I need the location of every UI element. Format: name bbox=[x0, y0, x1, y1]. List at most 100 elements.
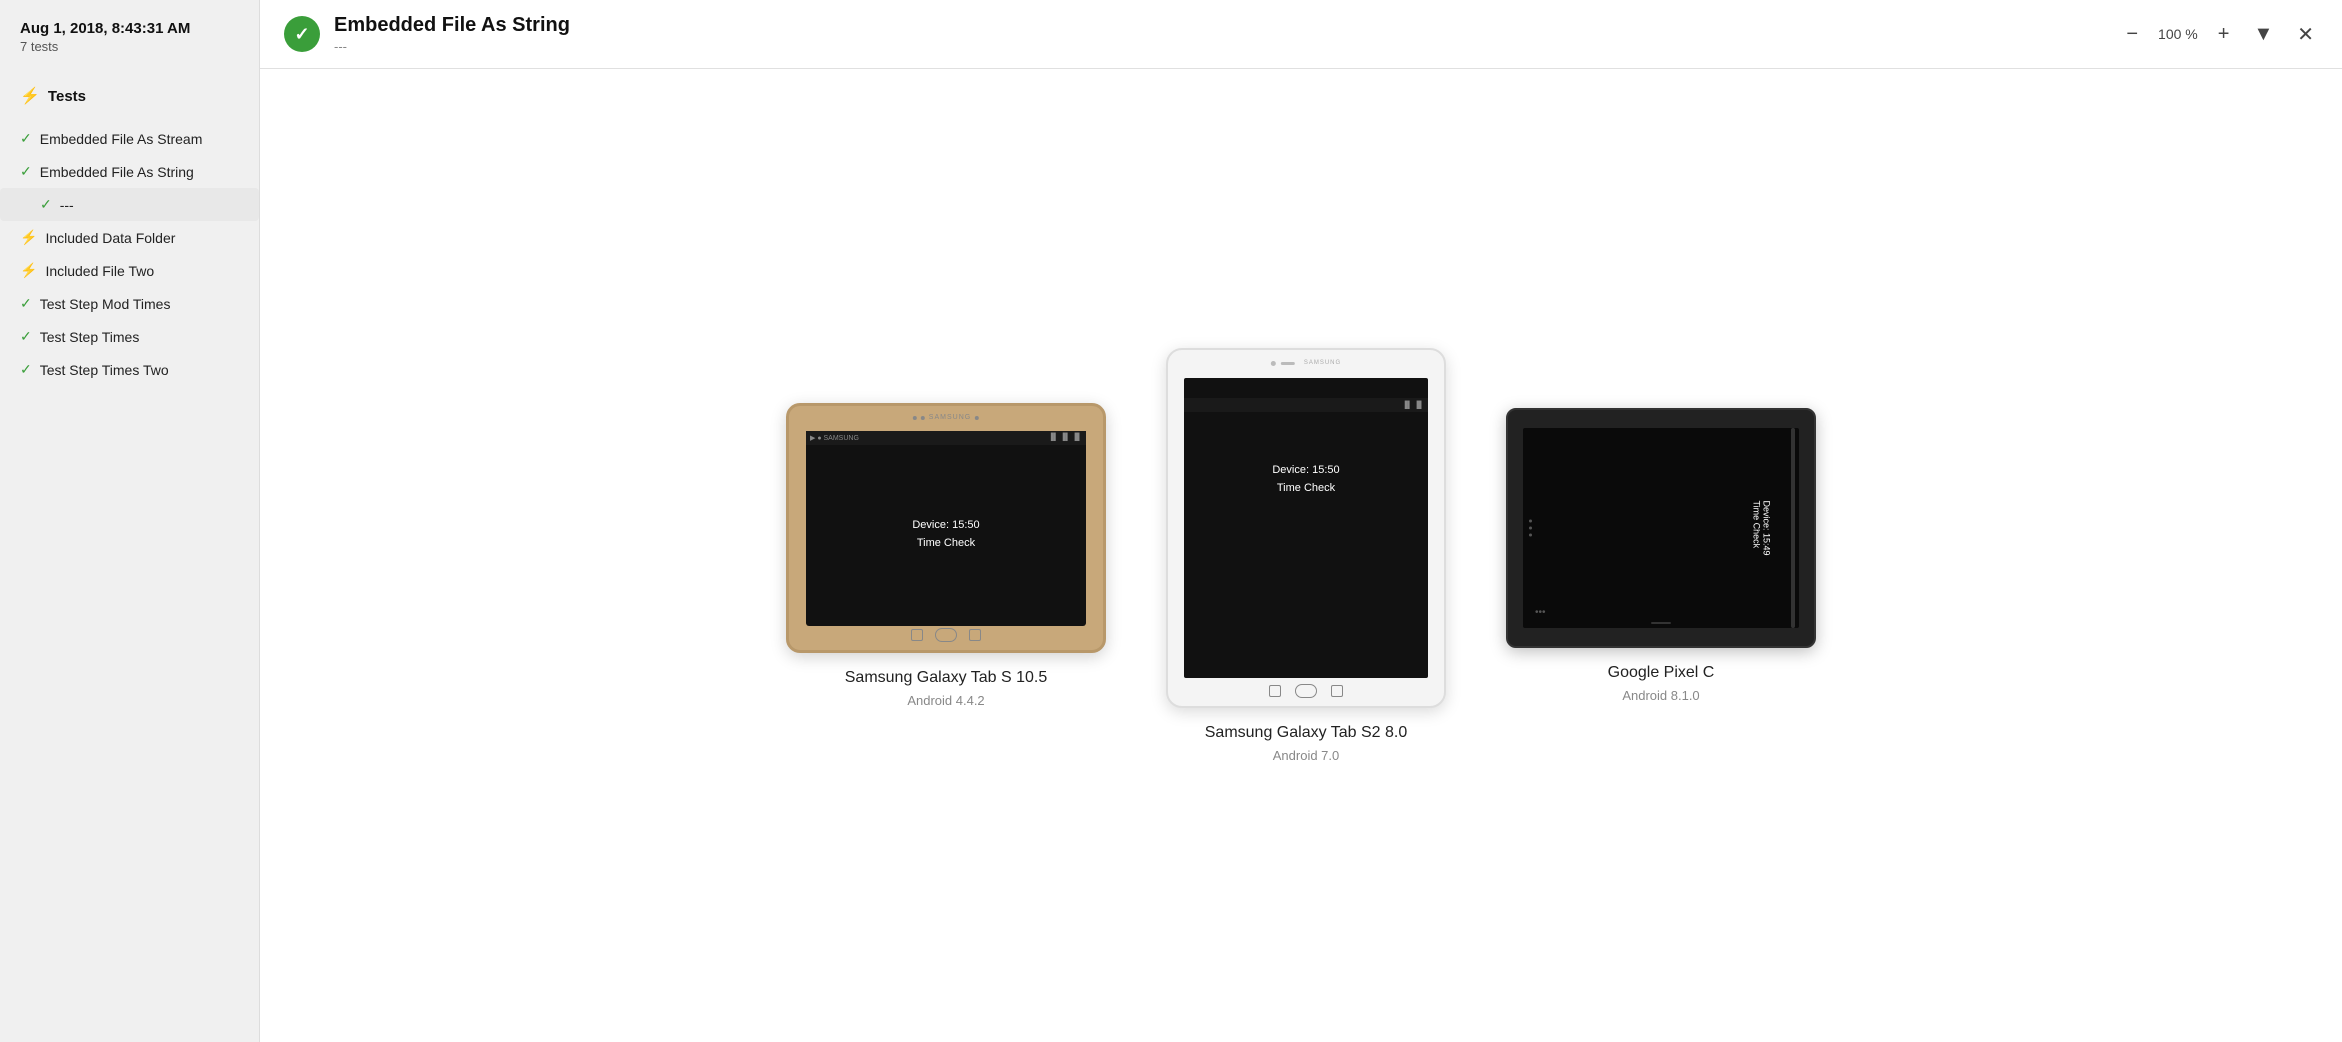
topbar-title: Embedded File As String bbox=[334, 14, 570, 37]
topbar-subtitle: --- bbox=[334, 39, 570, 54]
close-button[interactable]: ✕ bbox=[2293, 18, 2318, 51]
sidebar-item-label: Test Step Mod Times bbox=[40, 296, 171, 312]
pixel-bottom-dots: ••• bbox=[1535, 602, 1546, 620]
sidebar-item-label: Included Data Folder bbox=[45, 230, 175, 246]
device-card-pixel-c: Device: 15:49Time Check ••• Google Pixel… bbox=[1506, 408, 1816, 703]
sidebar-item-embedded-file-stream[interactable]: ✓ Embedded File As Stream bbox=[0, 122, 259, 155]
tablet-s2-screen: ▐▌ ▐▌ Device: 15:50 Time Check bbox=[1184, 378, 1428, 678]
tablet-s105-frame: SAMSUNG ▶ ● SAMSUNG ▐▌ ▐▌ ▐▌ Device: 15:… bbox=[786, 403, 1106, 653]
sidebar-section-label: Tests bbox=[48, 88, 86, 105]
top-dot-3 bbox=[975, 416, 979, 420]
sidebar: Aug 1, 2018, 8:43:31 AM 7 tests ⚡ Tests … bbox=[0, 0, 260, 1042]
tablet-s105-screen-text2: Time Check bbox=[917, 535, 975, 553]
sidebar-date: Aug 1, 2018, 8:43:31 AM bbox=[20, 20, 239, 37]
pixel-home-indicator bbox=[1651, 622, 1671, 624]
sidebar-item-sub-dashes[interactable]: ✓ --- bbox=[0, 188, 259, 221]
device-name-s2: Samsung Galaxy Tab S2 8.0 bbox=[1205, 724, 1408, 742]
sidebar-list: ✓ Embedded File As Stream ✓ Embedded Fil… bbox=[0, 122, 259, 386]
tablet-s105-screen-content: Device: 15:50 Time Check bbox=[912, 445, 979, 626]
sidebar-item-label: Test Step Times Two bbox=[40, 362, 169, 378]
sidebar-item-label: --- bbox=[60, 197, 74, 213]
fail-icon: ⚡ bbox=[20, 229, 37, 246]
close-icon: ✕ bbox=[2297, 22, 2314, 47]
sidebar-item-test-step-times-two[interactable]: ✓ Test Step Times Two bbox=[0, 353, 259, 386]
sidebar-section-title: ⚡ Tests bbox=[20, 86, 239, 106]
sidebar-item-test-step-mod-times[interactable]: ✓ Test Step Mod Times bbox=[0, 287, 259, 320]
device-grid: SAMSUNG ▶ ● SAMSUNG ▐▌ ▐▌ ▐▌ Device: 15:… bbox=[260, 69, 2342, 1042]
pixel-screen-text: Device: 15:49Time Check bbox=[1751, 500, 1771, 555]
recent-btn bbox=[969, 629, 981, 641]
sidebar-item-label: Embedded File As Stream bbox=[40, 131, 203, 147]
pass-icon: ✓ bbox=[20, 295, 32, 312]
s2-back-btn bbox=[1269, 685, 1281, 697]
tablet-s2-speaker bbox=[1281, 362, 1295, 365]
top-dot-2 bbox=[921, 416, 925, 420]
sidebar-item-included-file-two[interactable]: ⚡ Included File Two bbox=[0, 254, 259, 287]
sidebar-header: Aug 1, 2018, 8:43:31 AM 7 tests bbox=[0, 20, 259, 70]
status-bar-right-s2: ▐▌ ▐▌ bbox=[1402, 402, 1424, 409]
tablet-pixel-screen: Device: 15:49Time Check ••• bbox=[1523, 428, 1799, 628]
s2-recent-btn bbox=[1331, 685, 1343, 697]
pass-icon: ✓ bbox=[20, 361, 32, 378]
sidebar-item-included-data-folder[interactable]: ⚡ Included Data Folder bbox=[0, 221, 259, 254]
sidebar-section-tests: ⚡ Tests bbox=[0, 70, 259, 114]
main-content: ✓ Embedded File As String --- − 100 % + … bbox=[260, 0, 2342, 1042]
zoom-in-icon: + bbox=[2218, 23, 2230, 46]
filter-button[interactable]: ▼ bbox=[2249, 19, 2277, 50]
s2-home-btn bbox=[1295, 684, 1317, 698]
topbar-title-group: Embedded File As String --- bbox=[334, 14, 570, 54]
home-btn bbox=[935, 628, 957, 642]
sidebar-count: 7 tests bbox=[20, 39, 239, 54]
device-card-samsung-tab-s105: SAMSUNG ▶ ● SAMSUNG ▐▌ ▐▌ ▐▌ Device: 15:… bbox=[786, 403, 1106, 708]
device-os-pixel: Android 8.1.0 bbox=[1622, 688, 1699, 703]
zoom-level-label: 100 % bbox=[2158, 26, 2198, 42]
tablet-s105-top-bar: SAMSUNG bbox=[913, 414, 979, 421]
device-os-s2: Android 7.0 bbox=[1273, 748, 1340, 763]
tablet-s2-frame: SAMSUNG ▐▌ ▐▌ Device: 15:50 Time Check bbox=[1166, 348, 1446, 708]
pixel-dot-1 bbox=[1529, 520, 1532, 523]
tablet-pixel-left-bar bbox=[1529, 520, 1532, 537]
device-os-s105: Android 4.4.2 bbox=[907, 693, 984, 708]
device-card-samsung-tab-s2: SAMSUNG ▐▌ ▐▌ Device: 15:50 Time Check bbox=[1166, 348, 1446, 763]
topbar: ✓ Embedded File As String --- − 100 % + … bbox=[260, 0, 2342, 69]
tests-lightning-icon: ⚡ bbox=[20, 86, 40, 106]
tablet-s2-screen-text1: Device: 15:50 bbox=[1272, 462, 1339, 480]
pixel-dot-2 bbox=[1529, 527, 1532, 530]
tablet-s105-screen: ▶ ● SAMSUNG ▐▌ ▐▌ ▐▌ Device: 15:50 Time … bbox=[806, 431, 1086, 626]
tablet-s105-screen-text: Device: 15:50 bbox=[912, 517, 979, 535]
device-name-pixel: Google Pixel C bbox=[1608, 664, 1715, 682]
tablet-s2-screen-content: Device: 15:50 Time Check bbox=[1184, 412, 1428, 497]
pass-icon: ✓ bbox=[20, 130, 32, 147]
tablet-s2-screen-inner: ▐▌ ▐▌ Device: 15:50 Time Check bbox=[1184, 398, 1428, 497]
sidebar-item-embedded-file-string[interactable]: ✓ Embedded File As String bbox=[0, 155, 259, 188]
sidebar-item-test-step-times[interactable]: ✓ Test Step Times bbox=[0, 320, 259, 353]
tablet-s105-status-bar: ▶ ● SAMSUNG ▐▌ ▐▌ ▐▌ bbox=[806, 431, 1086, 445]
fail-icon: ⚡ bbox=[20, 262, 37, 279]
zoom-out-button[interactable]: − bbox=[2122, 19, 2142, 50]
tablet-s2-top-bar: SAMSUNG bbox=[1271, 360, 1341, 366]
zoom-out-icon: − bbox=[2126, 23, 2138, 46]
tablet-s105-bottom-bar bbox=[911, 628, 981, 642]
pass-icon: ✓ bbox=[20, 328, 32, 345]
tablet-pixel-frame: Device: 15:49Time Check ••• bbox=[1506, 408, 1816, 648]
tablet-s2-bottom-bar bbox=[1269, 684, 1343, 698]
sidebar-item-label: Embedded File As String bbox=[40, 164, 194, 180]
tablet-pixel-right-bar bbox=[1791, 428, 1795, 628]
topbar-right: − 100 % + ▼ ✕ bbox=[2122, 18, 2318, 51]
zoom-in-button[interactable]: + bbox=[2214, 19, 2234, 50]
tablet-s2-camera bbox=[1271, 361, 1276, 366]
sidebar-item-label: Test Step Times bbox=[40, 329, 140, 345]
status-bar-right: ▐▌ ▐▌ ▐▌ bbox=[1048, 434, 1082, 441]
topbar-left: ✓ Embedded File As String --- bbox=[284, 14, 570, 54]
pass-icon: ✓ bbox=[20, 163, 32, 180]
pass-icon: ✓ bbox=[40, 196, 52, 213]
sidebar-item-label: Included File Two bbox=[45, 263, 154, 279]
status-bar-left: ▶ ● SAMSUNG bbox=[810, 434, 859, 442]
samsung-label-1: SAMSUNG bbox=[929, 414, 971, 421]
pixel-dot-3 bbox=[1529, 534, 1532, 537]
filter-icon: ▼ bbox=[2253, 23, 2273, 46]
tablet-s2-status-bar: ▐▌ ▐▌ bbox=[1184, 398, 1428, 412]
tablet-s2-screen-text2: Time Check bbox=[1277, 480, 1335, 498]
pixel-dots-label: ••• bbox=[1535, 607, 1546, 618]
samsung-label-2: SAMSUNG bbox=[1304, 360, 1341, 366]
